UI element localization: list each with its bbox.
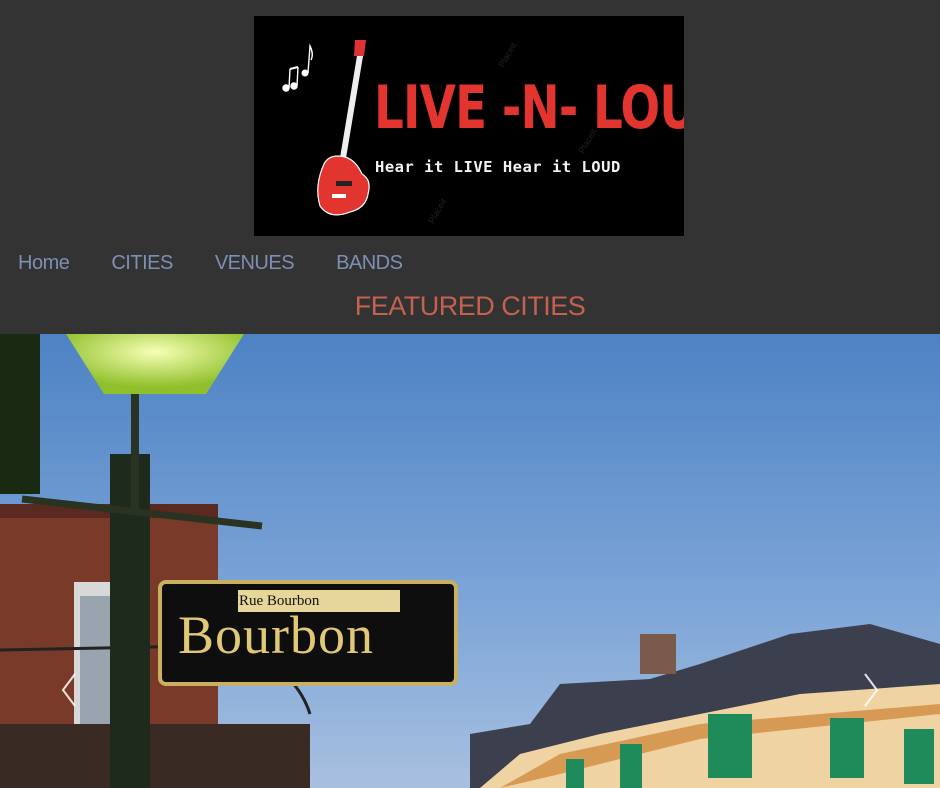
chevron-left-icon — [61, 673, 76, 707]
carousel-prev-button[interactable] — [56, 670, 82, 710]
nav-home[interactable]: Home — [18, 252, 70, 275]
featured-cities-carousel[interactable]: Rue Bourbon Bourbon — [0, 334, 940, 788]
nav-cities[interactable]: CITIES — [111, 252, 173, 275]
logo-title: LIVE -N- LOUD — [374, 73, 684, 143]
logo-tagline: Hear it LIVE Hear it LOUD — [375, 158, 621, 176]
carousel-slide-image — [0, 334, 940, 788]
sign-text-big: Bourbon — [178, 605, 374, 665]
main-nav: Home CITIES VENUES BANDS — [18, 250, 444, 276]
site-logo: LIVE -N- LOUD Hear it LIVE Hear it LOUD … — [254, 16, 684, 236]
carousel-next-button[interactable] — [858, 670, 884, 710]
nav-bands[interactable]: BANDS — [336, 252, 403, 275]
nav-venues[interactable]: VENUES — [215, 252, 295, 275]
chevron-right-icon — [864, 673, 879, 707]
featured-cities-heading: FEATURED CITIES — [354, 291, 586, 321]
